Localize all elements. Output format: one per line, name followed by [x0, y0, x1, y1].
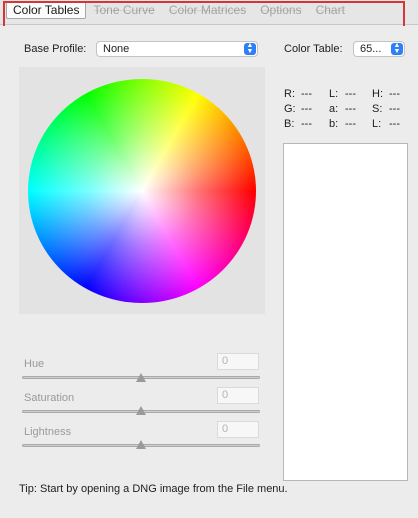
b-lab-label: b: — [329, 118, 339, 130]
h-label: H: — [372, 88, 383, 100]
l-label: L: — [329, 88, 339, 100]
saturation-field[interactable]: 0 — [217, 387, 259, 404]
base-profile-value: None — [103, 43, 130, 55]
lightness-field[interactable]: 0 — [217, 421, 259, 438]
r-value: --- — [301, 88, 312, 100]
tab-tone-curve[interactable]: Tone Curve — [86, 1, 161, 19]
lightness-slider-thumb[interactable] — [136, 440, 146, 449]
r-label: R: — [284, 88, 295, 100]
hue-slider-thumb[interactable] — [136, 373, 146, 382]
tab-color-matrices[interactable]: Color Matrices — [162, 1, 253, 19]
a-label: a: — [329, 103, 339, 115]
b-lab-value: --- — [345, 118, 356, 130]
b-value: --- — [301, 118, 312, 130]
l-value: --- — [345, 88, 356, 100]
tab-options[interactable]: Options — [253, 1, 308, 19]
lightness-label: Lightness — [24, 426, 72, 438]
color-table-label: Color Table: — [284, 43, 343, 55]
hue-label: Hue — [24, 358, 45, 370]
l2-value: --- — [389, 118, 400, 130]
tab-chart[interactable]: Chart — [309, 1, 352, 19]
tip-text: Tip: Start by opening a DNG image from t… — [19, 483, 288, 495]
s-value: --- — [389, 103, 400, 115]
l2-label: L: — [372, 118, 382, 130]
saturation-slider-thumb[interactable] — [136, 406, 146, 415]
color-table-list[interactable] — [283, 143, 408, 481]
g-value: --- — [301, 103, 312, 115]
saturation-label: Saturation — [24, 392, 75, 404]
base-profile-label: Base Profile: — [24, 43, 87, 55]
a-value: --- — [345, 103, 356, 115]
popup-arrows-icon: ▲ ▼ — [244, 42, 256, 55]
s-label: S: — [372, 103, 383, 115]
tab-color-tables[interactable]: Color Tables — [6, 1, 87, 19]
tab-list: Color Tables Tone Curve Color Matrices O… — [6, 1, 406, 19]
color-wheel[interactable] — [28, 79, 256, 303]
color-table-popup[interactable]: 65... ▲ ▼ — [353, 41, 405, 57]
b-label: B: — [284, 118, 295, 130]
popup-arrows-icon: ▲ ▼ — [391, 42, 403, 55]
g-label: G: — [284, 103, 296, 115]
h-value: --- — [389, 88, 400, 100]
color-table-value: 65... — [360, 43, 382, 55]
hue-field[interactable]: 0 — [217, 353, 259, 370]
base-profile-popup[interactable]: None ▲ ▼ — [96, 41, 258, 57]
